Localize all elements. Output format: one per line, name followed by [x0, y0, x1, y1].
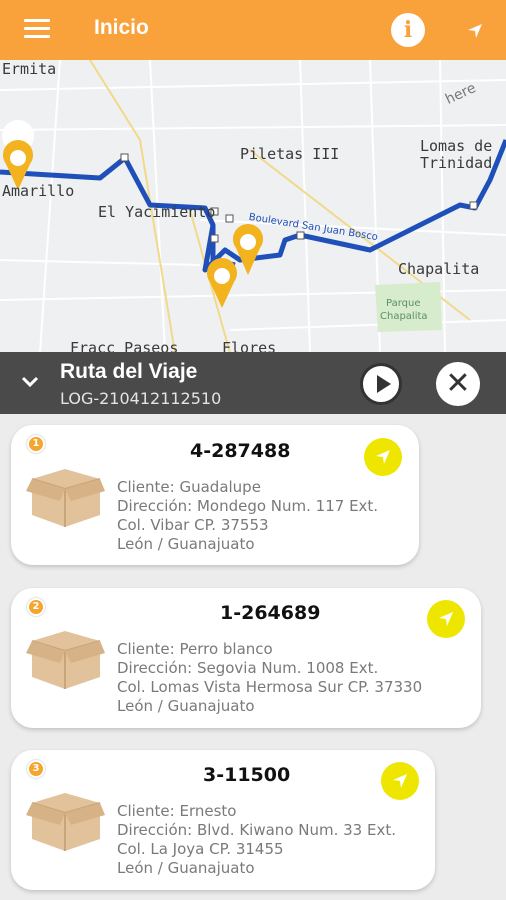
navigation-arrow-icon: [376, 450, 390, 464]
map-canvas: [0, 60, 506, 353]
package-box-icon: [26, 631, 105, 689]
delivery-client: Cliente: Guadalupe: [117, 478, 261, 496]
map-label: Parque: [386, 298, 421, 309]
map-marker[interactable]: [207, 258, 238, 308]
navigation-arrow-icon[interactable]: [466, 22, 484, 40]
delivery-address: Dirección: Mondego Num. 117 Ext.: [117, 497, 379, 515]
delivery-colony: Col. Vibar CP. 37553: [117, 516, 269, 534]
map-label: Piletas III: [240, 145, 340, 163]
delivery-client: Cliente: Perro blanco: [117, 640, 273, 658]
chevron-down-icon[interactable]: [20, 373, 40, 391]
delivery-city: León / Guanajuato: [117, 859, 255, 877]
package-box-icon: [26, 469, 105, 527]
delivery-colony: Col. La Joya CP. 31455: [117, 840, 284, 858]
app-bar: Inicio i: [0, 0, 506, 60]
map-label: Fracc Paseos: [70, 339, 179, 353]
info-icon[interactable]: i: [391, 13, 425, 47]
page-title: Inicio: [94, 16, 149, 39]
delivery-city: León / Guanajuato: [117, 535, 255, 553]
navigate-button[interactable]: [427, 600, 465, 638]
delivery-city: León / Guanajuato: [117, 697, 255, 715]
delivery-id: 4-287488: [190, 440, 291, 462]
play-icon[interactable]: [360, 363, 402, 405]
delivery-address: Dirección: Segovia Num. 1008 Ext.: [117, 659, 379, 677]
map-label: Chapalita: [398, 260, 480, 278]
map-label: Trinidad: [420, 154, 493, 172]
navigate-button[interactable]: [381, 762, 419, 800]
package-box-icon: [26, 793, 105, 851]
map-label: Chapalita: [380, 311, 428, 322]
delivery-id: 3-11500: [203, 764, 291, 786]
sequence-badge: 1: [27, 435, 45, 453]
route-header: Ruta del Viaje LOG-210412112510: [0, 352, 506, 414]
navigation-arrow-icon: [439, 612, 453, 626]
delivery-id: 1-264689: [220, 602, 321, 624]
route-code: LOG-210412112510: [60, 389, 222, 408]
hamburger-icon[interactable]: [24, 19, 50, 39]
route-title: Ruta del Viaje: [60, 360, 198, 383]
delivery-colony: Col. Lomas Vista Hermosa Sur CP. 37330: [117, 678, 423, 696]
map-label: Flores: [222, 339, 277, 353]
map-label: Ermita: [2, 60, 57, 78]
close-icon[interactable]: ✕: [436, 362, 480, 406]
sequence-badge: 3: [27, 760, 45, 778]
navigation-arrow-icon: [393, 774, 407, 788]
map-marker[interactable]: [233, 224, 264, 275]
map-marker[interactable]: [2, 120, 35, 190]
map-label: El Yacimiento: [98, 203, 216, 221]
navigate-button[interactable]: [364, 438, 402, 476]
map-label: Lomas de: [420, 137, 493, 155]
delivery-client: Cliente: Ernesto: [117, 802, 237, 820]
sequence-badge: 2: [27, 598, 45, 616]
delivery-address: Dirección: Blvd. Kiwano Num. 33 Ext.: [117, 821, 396, 839]
route-map[interactable]: Ermita Piletas III Lomas de Trinidad El …: [0, 60, 506, 353]
map-label: Amarillo: [2, 182, 75, 200]
